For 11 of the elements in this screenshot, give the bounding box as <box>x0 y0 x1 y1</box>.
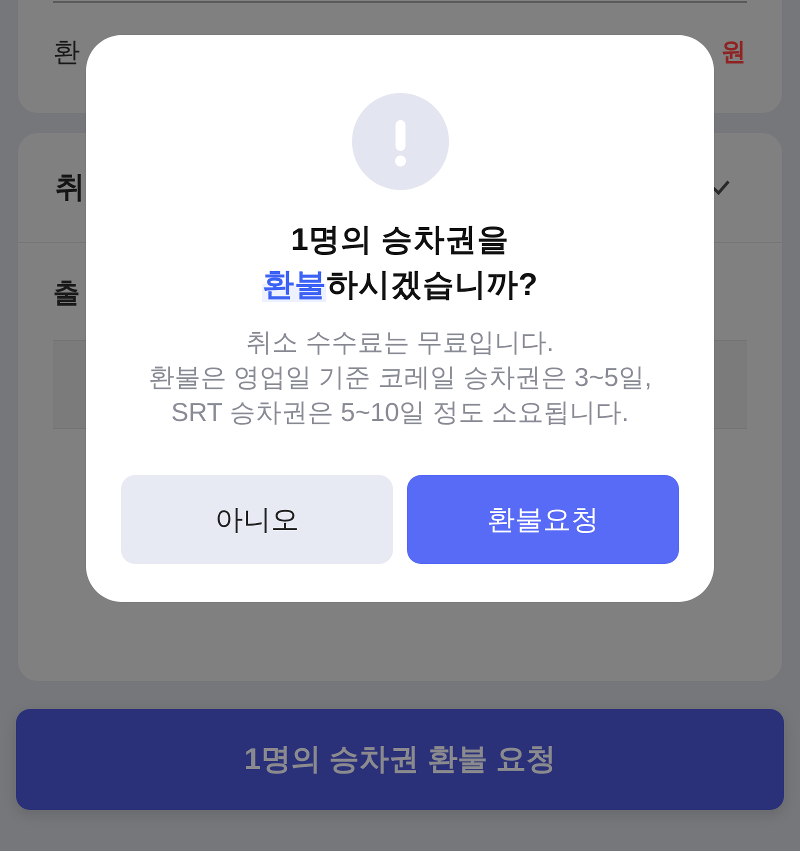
alert-icon <box>352 93 448 190</box>
dialog-title: 1명의 승차권을 환불하시겠습니까? <box>262 220 538 304</box>
confirm-button[interactable]: 환불요청 <box>407 475 679 564</box>
check-icon <box>712 180 730 195</box>
field-label: 출 <box>53 278 80 308</box>
cancel-button[interactable]: 아니오 <box>121 475 393 564</box>
section-heading: 취 <box>55 170 85 206</box>
refund-request-button[interactable]: 1명의 승차권 환불 요청 <box>16 709 784 810</box>
refund-label: 환 <box>53 39 80 66</box>
currency-unit: 원 <box>721 40 746 65</box>
dialog-message: 취소 수수료는 무료입니다. 환불은 영업일 기준 코레일 승차권은 3~5일, SRT 승차권은 5~10일 정도 소요됩니다. <box>148 326 652 429</box>
